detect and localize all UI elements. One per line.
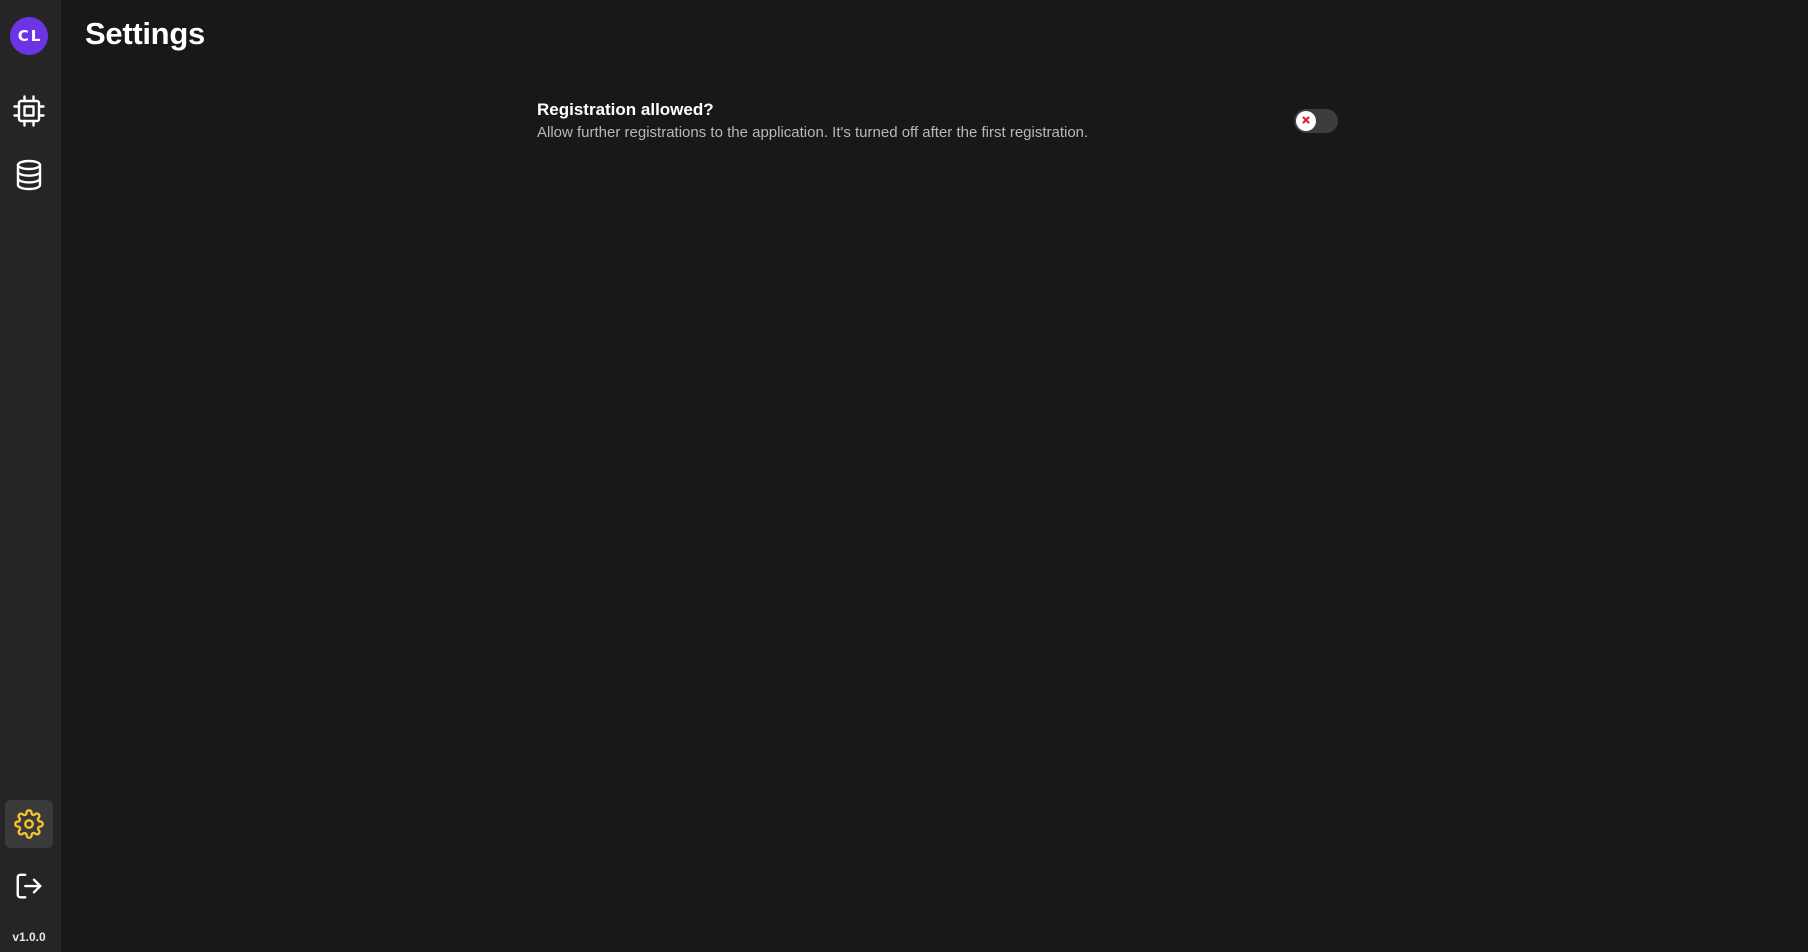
logout-icon (14, 871, 44, 901)
registration-toggle[interactable] (1294, 109, 1338, 133)
sidebar-item-settings[interactable] (5, 800, 53, 848)
setting-registration-allowed: Registration allowed? Allow further regi… (537, 100, 1339, 146)
toggle-knob (1296, 111, 1316, 131)
sidebar-item-devices[interactable] (5, 87, 53, 135)
sidebar: CL v1.0.0 (0, 0, 61, 952)
setting-title: Registration allowed? (537, 100, 714, 119)
gear-icon (14, 809, 44, 839)
setting-description: Allow further registrations to the appli… (537, 124, 1089, 141)
user-avatar[interactable]: CL (10, 17, 48, 55)
app-version: v1.0.0 (12, 930, 46, 944)
page-title: Settings (85, 16, 205, 51)
close-icon (1301, 112, 1311, 130)
cpu-icon (12, 94, 46, 128)
avatar-initials: CL (17, 27, 43, 45)
sidebar-item-database[interactable] (5, 151, 53, 199)
sidebar-item-logout[interactable] (5, 862, 53, 910)
app-root: CL v1.0.0 Settings Registration allowed?… (0, 0, 1808, 952)
database-icon (14, 159, 44, 191)
